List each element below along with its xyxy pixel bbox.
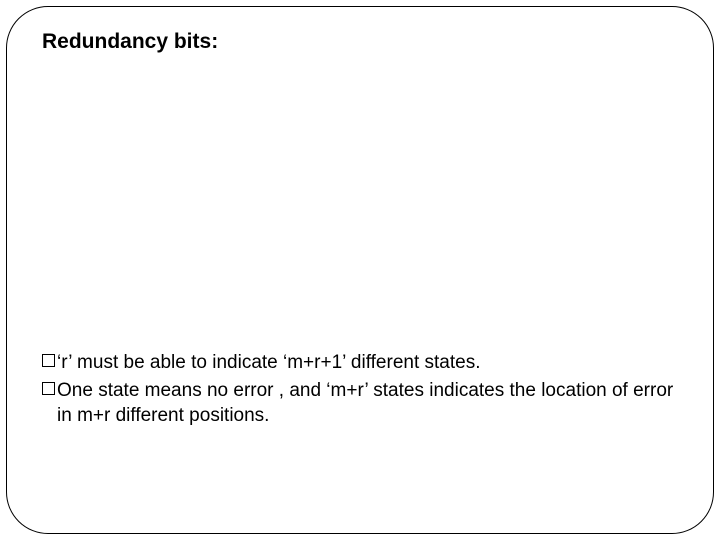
slide-title: Redundancy bits:	[42, 30, 218, 54]
bullet-text: ‘r’ must be able to indicate ‘m+r+1’ dif…	[57, 350, 678, 376]
slide: Redundancy bits: ‘r’ must be able to ind…	[0, 0, 720, 540]
list-item: One state means no error , and ‘m+r’ sta…	[42, 378, 678, 429]
list-item: ‘r’ must be able to indicate ‘m+r+1’ dif…	[42, 350, 678, 376]
rounded-frame	[6, 6, 714, 534]
square-bullet-icon	[42, 382, 55, 395]
bullet-text: One state means no error , and ‘m+r’ sta…	[57, 378, 678, 429]
square-bullet-icon	[42, 354, 55, 367]
slide-body: ‘r’ must be able to indicate ‘m+r+1’ dif…	[42, 350, 678, 431]
